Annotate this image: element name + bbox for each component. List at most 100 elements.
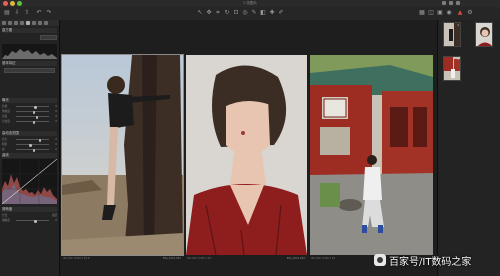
slider-track[interactable] (16, 139, 49, 142)
slider-knob[interactable] (32, 111, 35, 114)
title-bar-icons (442, 1, 460, 5)
slider-row-saturation[interactable]: 饱和度 0 (2, 110, 57, 114)
slider-value[interactable]: 0 (50, 115, 57, 118)
photo-1-caption: ISO 100 1/500 s f/2.8 IMG_0321.CR2 (62, 256, 183, 262)
slider-label: 高光 (2, 138, 8, 141)
slider-row-clarity[interactable]: 清晰度 0 (2, 219, 57, 223)
section-curve[interactable]: 曲线 (2, 153, 57, 158)
slider-row-highlight[interactable]: 高光 0 (2, 138, 57, 142)
slider-row-white[interactable]: 白 0 (2, 148, 57, 152)
slider-knob[interactable] (39, 139, 42, 142)
section-exposure[interactable]: 曝光 (2, 98, 57, 103)
slider-label: 白 (2, 148, 5, 151)
help-icon[interactable] (449, 1, 453, 5)
photo-3-exif: ISO 100 1/320 s f/4 (311, 257, 336, 260)
slider-track[interactable] (16, 116, 49, 119)
compare-icon[interactable]: ▣ (436, 9, 444, 17)
slider-track[interactable] (16, 111, 49, 114)
slider-row-shadow[interactable]: 阴影 0 (2, 143, 57, 147)
view-icon[interactable]: ◫ (427, 9, 435, 17)
slider-knob[interactable] (29, 144, 32, 147)
tab-exposure-icon[interactable] (26, 21, 30, 25)
keystone-icon[interactable]: ⊡ (232, 9, 240, 17)
slider-track[interactable] (16, 106, 49, 109)
slider-value[interactable]: 0 (50, 138, 57, 141)
slider-track[interactable] (16, 121, 49, 124)
upload-icon[interactable] (442, 1, 446, 5)
warning-icon[interactable]: ▲ (456, 9, 464, 17)
expand-icon[interactable] (456, 1, 460, 5)
tab-library-icon[interactable] (2, 21, 6, 25)
watermark-logo-icon (374, 254, 386, 266)
export-icon[interactable]: ⇧ (23, 9, 31, 17)
slider-track[interactable] (16, 220, 49, 223)
spot-icon[interactable]: ◎ (241, 9, 249, 17)
slider-knob[interactable] (34, 220, 37, 223)
tab-output-icon[interactable] (44, 21, 48, 25)
photo-2[interactable] (186, 55, 307, 255)
proof-icon[interactable]: ◉ (445, 9, 453, 17)
tab-color-icon[interactable] (20, 21, 24, 25)
slider-value[interactable]: 0 (50, 105, 57, 108)
slider-row-contrast[interactable]: 对比度 0 (2, 120, 57, 124)
section-histogram[interactable]: 直方图 (2, 28, 57, 33)
grid-icon[interactable]: ▦ (418, 9, 426, 17)
method-value[interactable]: 自然 (39, 214, 57, 217)
pan-icon[interactable]: ✥ (205, 9, 213, 17)
tab-lens-icon[interactable] (14, 21, 18, 25)
photo-1-image (62, 55, 183, 255)
slider-knob[interactable] (32, 121, 35, 124)
crop-icon[interactable]: ⌗ (214, 9, 222, 17)
settings-icon[interactable]: ⚙ (466, 9, 474, 17)
slider-value[interactable]: 0 (50, 120, 57, 123)
thumbnail-2[interactable]: 2 (475, 22, 493, 47)
thumbnail-1[interactable]: 1 (443, 22, 461, 47)
section-basic[interactable]: 基本特征 (2, 61, 57, 66)
annotate-icon[interactable]: ✐ (277, 9, 285, 17)
redo-icon[interactable]: ↷ (45, 9, 53, 17)
slider-value[interactable]: 0 (50, 143, 57, 146)
import-icon[interactable]: ⇩ (13, 9, 21, 17)
method-row[interactable]: 方法 自然 (2, 214, 57, 217)
slider-knob[interactable] (34, 106, 37, 109)
watermark: 百家号/IT数码之家 (374, 253, 471, 268)
slider-knob[interactable] (35, 116, 39, 119)
histogram-mode-dropdown[interactable] (40, 35, 57, 40)
slider-value[interactable]: 0 (50, 219, 57, 222)
picker-icon[interactable]: ✚ (268, 9, 276, 17)
photo-3[interactable] (310, 55, 433, 255)
slider-track[interactable] (16, 144, 49, 147)
tab-local-icon[interactable] (38, 21, 42, 25)
photo-2-caption: ISO 200 1/250 s f/2 IMG_0412.CR2 (186, 256, 307, 262)
curve-graph[interactable] (1, 158, 58, 205)
slider-track[interactable] (16, 149, 49, 152)
photo-1[interactable] (61, 54, 184, 256)
slider-value[interactable]: 0 (50, 110, 57, 113)
slider-value[interactable]: 0 (50, 148, 57, 151)
photo-2-filename[interactable]: IMG_0412.CR2 (287, 256, 305, 262)
thumbnail-1-number: 1 (457, 22, 459, 27)
eraser-icon[interactable]: ◧ (259, 9, 267, 17)
slider-knob[interactable] (32, 149, 35, 152)
photo-1-filename[interactable]: IMG_0321.CR2 (163, 256, 181, 262)
cursor-icon[interactable]: ↖ (196, 9, 204, 17)
slider-row-brightness[interactable]: 亮度 0 (2, 115, 57, 119)
photo-2-image (186, 55, 307, 255)
folder-icon[interactable]: ▤ (3, 9, 11, 17)
thumbnail-3-image (444, 57, 460, 80)
rotate-icon[interactable]: ↻ (223, 9, 231, 17)
brush-icon[interactable]: ✎ (250, 9, 258, 17)
section-hdr[interactable]: 高动态范围 (2, 131, 57, 136)
slider-label: 亮度 (2, 115, 8, 118)
slider-row-hue[interactable]: 色调 0 (2, 105, 57, 109)
photo-3-image (310, 55, 433, 255)
thumbnail-3[interactable]: 3 (443, 56, 461, 81)
preset-dropdown[interactable] (4, 68, 55, 73)
undo-icon[interactable]: ↶ (35, 9, 43, 17)
tab-capture-icon[interactable] (8, 21, 12, 25)
thumbnail-3-number: 3 (457, 56, 459, 61)
section-clarity[interactable]: 清晰度 (2, 207, 57, 212)
tab-details-icon[interactable] (32, 21, 36, 25)
curve-editor[interactable] (1, 158, 58, 205)
slider-label: 阴影 (2, 143, 8, 146)
